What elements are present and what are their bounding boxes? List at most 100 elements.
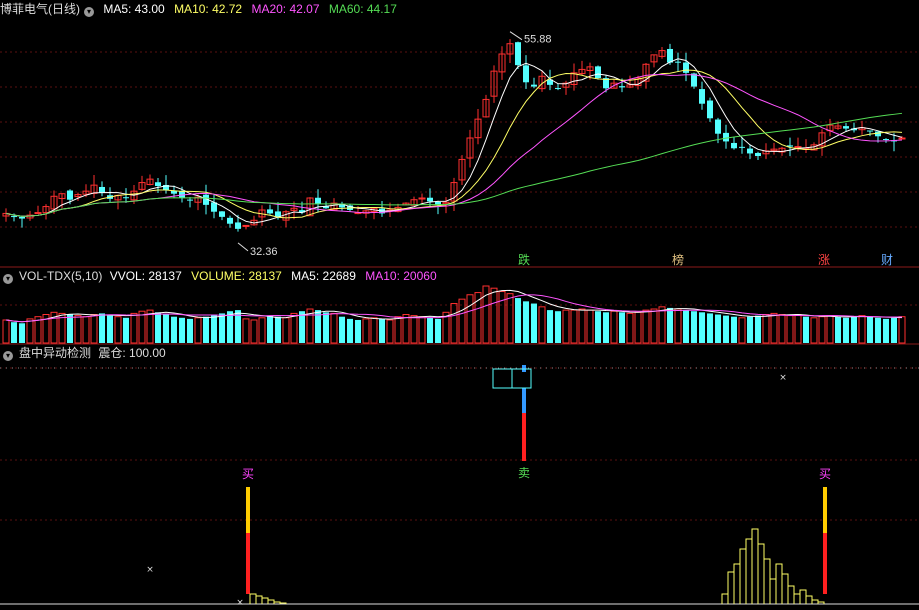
signal-label: 卖 — [518, 466, 530, 480]
candle-body — [723, 132, 729, 142]
panel-menu-icon[interactable]: ▾ — [3, 351, 13, 361]
volume-bar — [394, 316, 402, 344]
volume-bar — [163, 314, 169, 343]
volume-bar — [11, 322, 17, 343]
candle-body — [675, 61, 681, 63]
volume-bar — [515, 298, 521, 343]
volume-bar — [531, 303, 537, 343]
volume-bar — [667, 307, 673, 343]
candle-body — [867, 130, 873, 132]
volume-bar — [330, 312, 338, 344]
volume-bar — [747, 316, 753, 343]
volume-bar — [250, 319, 258, 344]
volume-bar — [275, 316, 281, 343]
volume-bar — [99, 313, 105, 343]
volume-header: ▾ VOL-TDX(5,10) VVOL: 28137 VOLUME: 28137… — [0, 268, 443, 284]
candle-body — [707, 100, 713, 119]
signal-label: 买 — [242, 467, 254, 481]
sell-signal-bar — [522, 413, 526, 461]
candle-body — [523, 65, 529, 83]
volume-bar — [835, 316, 841, 343]
volume-bar — [723, 315, 729, 343]
volume-bar — [418, 316, 426, 344]
volume-bar — [603, 312, 609, 343]
candle-body — [715, 119, 721, 134]
volume-bar — [498, 290, 506, 344]
candle-body — [667, 48, 673, 63]
volume-bar — [410, 315, 418, 344]
volume-bar — [794, 314, 802, 344]
volume-bar — [619, 312, 625, 343]
volume-bar — [818, 316, 826, 344]
volume-bar — [562, 309, 570, 344]
candle-body — [123, 197, 129, 199]
panel-menu-icon[interactable]: ▾ — [3, 274, 13, 284]
volume-bar — [299, 311, 305, 343]
volume-bar — [843, 317, 849, 343]
cross-marker: × — [146, 565, 154, 575]
volume-bar — [523, 301, 529, 343]
detector-title[interactable]: 盘中异动检测 — [19, 346, 91, 360]
volume-bar — [339, 316, 345, 343]
volume-bar — [130, 312, 138, 344]
volume-bar — [810, 317, 818, 344]
candle-body — [898, 137, 906, 140]
volume-bar — [875, 317, 881, 343]
volume-bar — [386, 319, 394, 344]
volume-bar — [586, 309, 594, 344]
volume-bar — [683, 310, 689, 343]
candle-body — [843, 126, 849, 129]
volume-bar — [82, 316, 90, 344]
volume-bar — [242, 318, 250, 344]
volume-bar — [123, 317, 129, 343]
volume-bar — [538, 306, 546, 344]
price-header: 博菲电气(日线) ▾ MA5: 43.00 MA10: 42.72 MA20: 4… — [0, 1, 403, 17]
volume-bar — [898, 316, 906, 344]
candle-body — [155, 182, 161, 186]
candle-body — [227, 217, 233, 224]
volume-bar — [379, 318, 385, 343]
volume-bar — [755, 315, 761, 343]
candle-body — [619, 86, 625, 88]
volume-bar — [650, 308, 658, 344]
event-tag: 跌 — [518, 252, 530, 267]
candle-body — [187, 199, 193, 201]
vol-ma5-label: MA5: 22689 — [291, 269, 356, 283]
volume-indicator-title[interactable]: VOL-TDX(5,10) — [19, 269, 102, 283]
volume-ma5-line — [5, 289, 903, 323]
detector-histogram — [721, 528, 825, 604]
candle-body — [242, 224, 250, 227]
volume-bar — [851, 316, 857, 343]
volume-bar — [626, 312, 634, 344]
candle-body — [267, 209, 273, 214]
candle-body — [99, 186, 105, 193]
candle-body — [11, 216, 17, 218]
volume-bar — [891, 317, 897, 343]
volume-bar — [578, 308, 586, 344]
volume-bar — [211, 314, 217, 343]
volume-bar — [219, 313, 225, 343]
cross-marker: × — [779, 373, 787, 383]
stock-title[interactable]: 博菲电气(日线) — [0, 2, 80, 16]
position-label: 震仓: 100.00 — [98, 346, 166, 360]
volume-bar — [642, 309, 650, 344]
candle-body — [427, 197, 433, 202]
volume-bar — [826, 315, 834, 344]
vol-ma10-label: MA10: 20060 — [365, 269, 437, 283]
volume-bar — [674, 308, 682, 344]
volume-bar — [738, 317, 746, 344]
ma60-label: MA60: 44.17 — [328, 2, 397, 16]
buy-signal-bar — [246, 533, 250, 594]
volume-bar — [203, 316, 209, 343]
volume-bar — [267, 315, 273, 343]
volume-bar — [435, 318, 441, 343]
panel-menu-icon[interactable]: ▾ — [84, 7, 94, 17]
volume-bar — [610, 310, 618, 344]
candle-body — [699, 89, 705, 104]
low-marker — [237, 242, 249, 252]
buy-signal-bar — [246, 487, 250, 533]
candle-body — [19, 216, 25, 219]
candle-body — [515, 42, 521, 66]
candle-body — [794, 146, 802, 149]
volume-bar — [138, 310, 146, 344]
